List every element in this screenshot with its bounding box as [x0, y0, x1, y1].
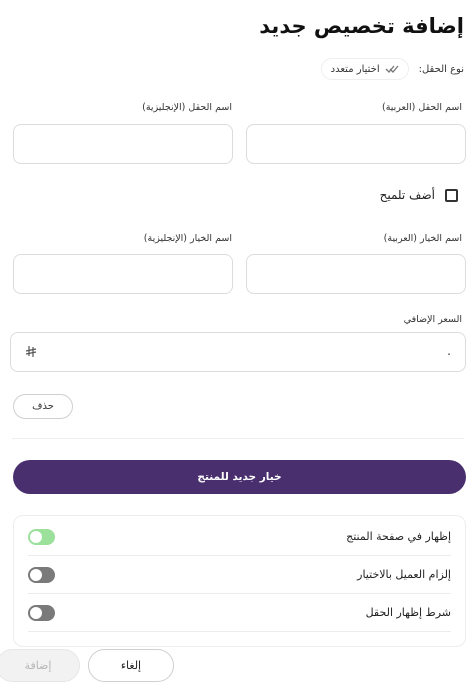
toggle-knob — [30, 568, 42, 581]
page-title: إضافة تخصيص جديد — [259, 14, 464, 38]
display-condition-toggle[interactable] — [28, 604, 55, 621]
option-name-arabic-label: اسم الخيار (العربية) — [383, 233, 462, 244]
field-type-value: اختيار متعدد — [330, 63, 380, 75]
extra-price-value: . — [447, 344, 451, 358]
field-name-arabic-input[interactable] — [246, 124, 466, 164]
toggle-row-display-condition: شرط إظهار الحقل — [28, 594, 451, 632]
add-hint-label: أضف تلميح — [379, 188, 435, 202]
toggle-label: إظهار في صفحة المنتج — [346, 530, 451, 543]
cancel-button[interactable]: إلغاء — [88, 649, 174, 682]
settings-card: إظهار في صفحة المنتج إلزام العميل بالاخت… — [13, 515, 466, 647]
toggle-label: شرط إظهار الحقل — [365, 606, 451, 619]
toggle-label: إلزام العميل بالاختيار — [357, 568, 451, 581]
new-option-button[interactable]: خيار جديد للمنتج — [13, 460, 466, 494]
extra-price-label: السعر الإضافي — [403, 314, 462, 325]
toggle-knob — [30, 530, 42, 543]
field-type-selector[interactable]: اختيار متعدد — [320, 58, 409, 80]
add-hint-checkbox[interactable] — [445, 188, 458, 202]
show-on-product-page-toggle[interactable] — [28, 528, 55, 545]
double-check-icon — [385, 65, 399, 73]
option-name-arabic-input[interactable] — [246, 254, 466, 294]
toggle-knob — [30, 606, 42, 619]
divider — [12, 438, 464, 439]
field-name-arabic-label: اسم الحقل (العربية) — [381, 102, 462, 113]
riyal-icon — [25, 346, 37, 357]
option-name-english-input[interactable] — [13, 254, 233, 294]
field-name-english-input[interactable] — [13, 124, 233, 164]
extra-price-input[interactable]: . — [10, 332, 466, 372]
add-hint-row[interactable]: أضف تلميح — [380, 188, 458, 202]
field-name-english-label: اسم الحقل (الإنجليزية) — [142, 102, 232, 113]
add-button[interactable]: إضافة — [0, 649, 80, 682]
option-name-english-label: اسم الخيار (الإنجليزية) — [143, 233, 232, 244]
field-type-row: نوع الحقل: اختيار متعدد — [320, 58, 464, 80]
toggle-row-show-on-product-page: إظهار في صفحة المنتج — [28, 518, 451, 556]
delete-option-button[interactable]: حذف — [13, 394, 73, 419]
toggle-row-required-selection: إلزام العميل بالاختيار — [28, 556, 451, 594]
field-type-label: نوع الحقل: — [418, 63, 464, 75]
required-selection-toggle[interactable] — [28, 566, 55, 583]
